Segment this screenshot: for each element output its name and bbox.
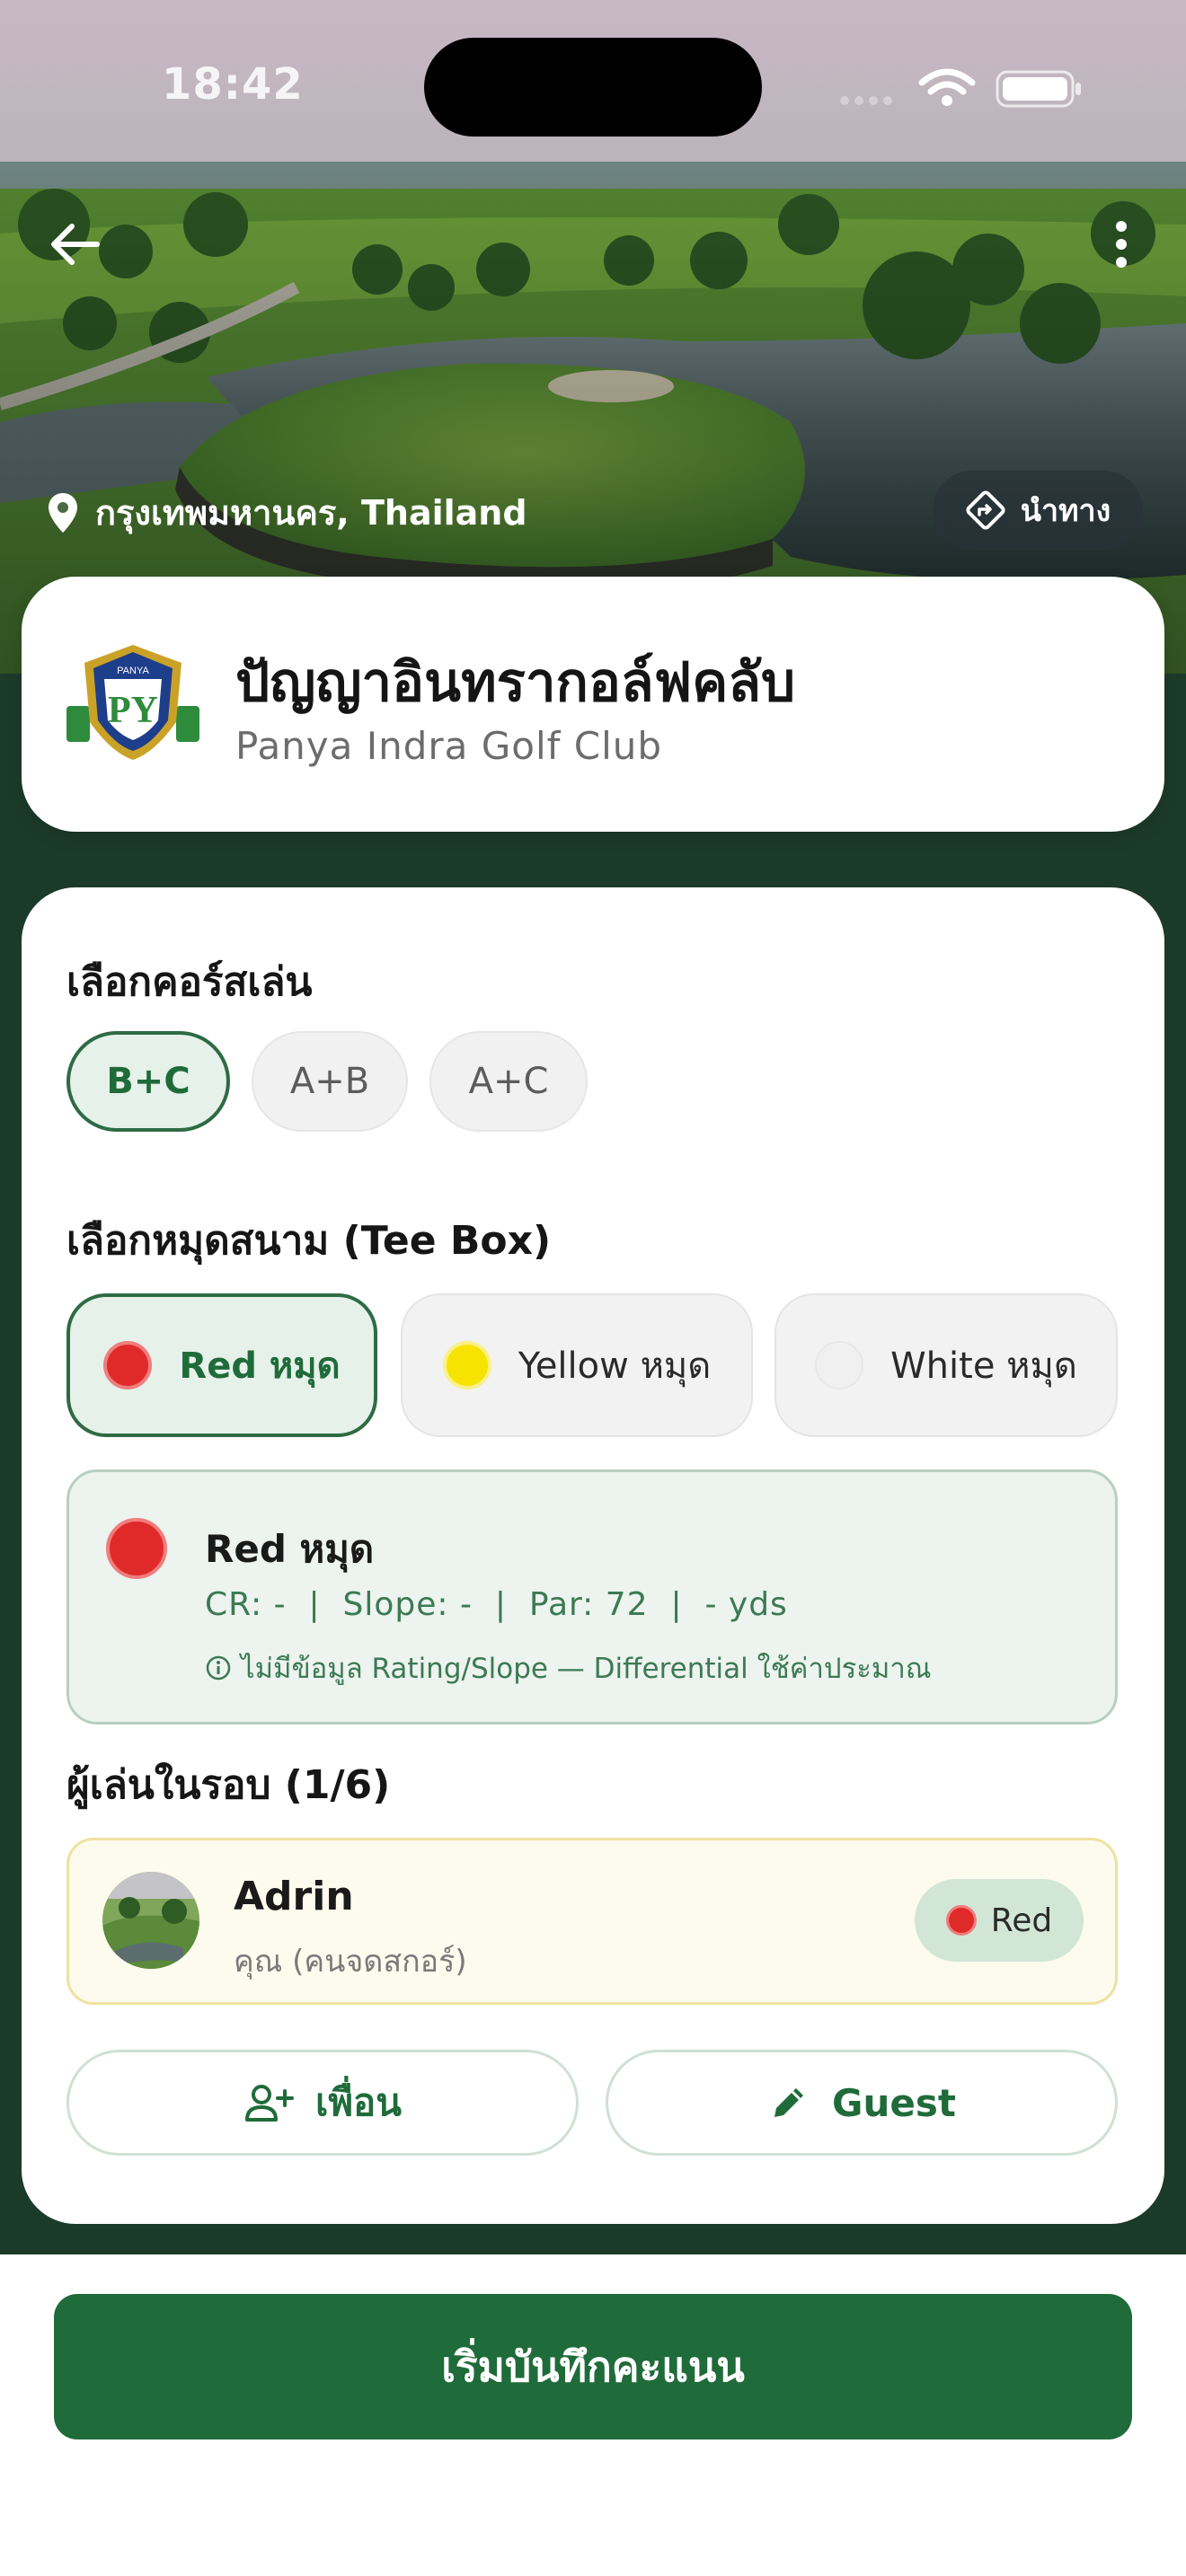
selected-tee-dot <box>106 1518 167 1579</box>
course-chip-a-b[interactable]: A+B <box>252 1031 408 1132</box>
more-options-button[interactable] <box>1089 212 1154 277</box>
players-section-label: ผู้เล่นในรอบ (1/6) <box>66 1762 391 1808</box>
player-tee-badge[interactable]: Red <box>915 1879 1084 1962</box>
add-friend-label: เพื่อน <box>315 2080 402 2124</box>
directions-icon <box>966 490 1005 530</box>
pencil-icon <box>774 2088 804 2117</box>
svg-text:PANYA: PANYA <box>117 666 149 676</box>
add-guest-label: Guest <box>832 2080 956 2125</box>
tee-info-stats: CR: - | Slope: - | Par: 72 | - yds <box>205 1586 788 1623</box>
player-name: Adrin <box>234 1874 354 1919</box>
tee-info-note-text: ไม่มีข้อมูล Rating/Slope — Differential … <box>241 1653 932 1685</box>
location-label: กรุงเทพมหานคร, Thailand <box>47 485 527 540</box>
add-guest-button[interactable]: Guest <box>606 2050 1118 2156</box>
status-icons <box>836 63 1087 108</box>
course-section-label: เลือกคอร์สเล่น <box>66 959 313 1005</box>
battery-icon <box>996 70 1081 108</box>
cellular-icon <box>840 96 892 105</box>
course-chip-a-c[interactable]: A+C <box>429 1031 588 1132</box>
add-friend-button[interactable]: เพื่อน <box>66 2050 579 2156</box>
player-tee-dot <box>945 1905 977 1936</box>
location-pin-icon <box>49 492 77 533</box>
tee-option-yellow[interactable]: Yellow หมุด <box>401 1293 753 1437</box>
tee-option-red[interactable]: Red หมุด <box>66 1293 377 1437</box>
tee-option-label: Red หมุด <box>179 1345 341 1387</box>
yellow-tee-dot <box>442 1341 491 1389</box>
avatar <box>102 1872 199 1969</box>
white-tee-dot <box>815 1341 864 1389</box>
arrow-left-icon <box>51 224 100 265</box>
svg-text:PY: PY <box>108 690 158 731</box>
player-tee-label: Red <box>990 1901 1053 1939</box>
tee-box-section-label: เลือกหมุดสนาม (Tee Box) <box>66 1218 552 1264</box>
dynamic-island <box>424 38 762 137</box>
tee-info-title: Red หมุด <box>205 1527 375 1571</box>
wifi-icon <box>918 68 976 95</box>
tee-option-label: Yellow หมุด <box>518 1345 712 1387</box>
back-button[interactable] <box>43 212 108 277</box>
club-english-name: Panya Indra Golf Club <box>235 724 663 768</box>
tee-option-white[interactable]: White หมุด <box>774 1293 1118 1437</box>
info-icon <box>206 1655 231 1681</box>
navigate-label: นำทาง <box>1020 493 1111 529</box>
start-scoring-button[interactable]: เริ่มบันทึกคะแนน <box>54 2294 1132 2439</box>
tee-info-note: ไม่มีข้อมูล Rating/Slope — Differential … <box>205 1645 932 1690</box>
location-text: กรุงเทพมหานคร, Thailand <box>95 493 527 533</box>
navigate-button[interactable]: นำทาง <box>933 471 1143 550</box>
red-tee-dot <box>103 1341 153 1389</box>
status-time: 18:42 <box>162 59 304 110</box>
more-vertical-icon <box>1116 221 1127 268</box>
club-name: ปัญญาอินทรากอล์ฟคลับ <box>235 651 796 714</box>
course-chip-b-c[interactable]: B+C <box>66 1031 230 1132</box>
add-user-icon <box>245 2085 294 2122</box>
club-logo: PANYA PY <box>65 636 201 769</box>
tee-option-label: White หมุด <box>890 1345 1077 1387</box>
player-role: คุณ (คนจดสกอร์) <box>234 1944 467 1980</box>
